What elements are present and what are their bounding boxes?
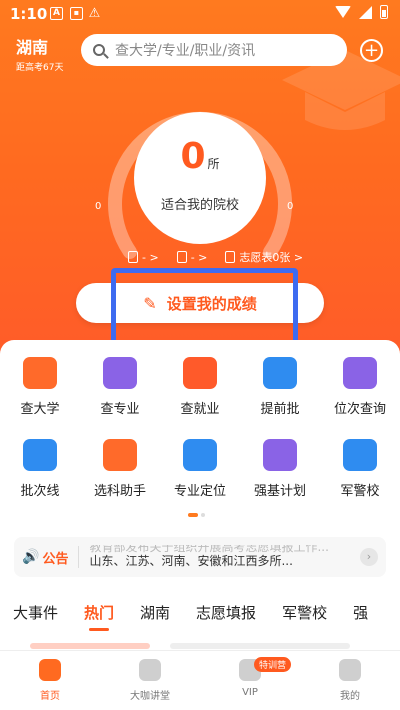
search-placeholder: 查大学/专业/职业/资讯 <box>115 43 256 59</box>
status-time: 1:10 <box>10 5 48 23</box>
feature-item[interactable]: 专业定位 <box>160 439 240 499</box>
feature-item[interactable]: 强基计划 <box>240 439 320 499</box>
page-indicator <box>188 513 205 517</box>
count-unit: 所 <box>207 157 220 171</box>
nav-lectures[interactable]: 大咖讲堂 <box>100 651 200 710</box>
plus-icon[interactable]: + <box>360 39 383 62</box>
profile-icon <box>339 659 361 681</box>
school-icon <box>23 357 57 389</box>
feature-item[interactable]: 查就业 <box>160 357 240 417</box>
sim-icon: ▪ <box>70 7 83 20</box>
divider <box>78 546 80 568</box>
nav-home[interactable]: 首页 <box>0 651 100 710</box>
pen-icon: ✎ <box>143 293 157 313</box>
tab-events[interactable]: 大事件 <box>0 599 71 631</box>
feature-item[interactable]: 选科助手 <box>80 439 160 499</box>
chevron-right-icon[interactable]: › <box>360 548 378 566</box>
announcement-text: 教育部发布关于组织开展高考志愿填报工作... 山东、江苏、河南、安徽和江西多所.… <box>89 545 329 568</box>
announcement-tag: 公告 <box>42 551 69 567</box>
list-item-preview <box>170 643 350 649</box>
a-box-icon: A <box>50 7 63 20</box>
bottom-nav: 首页 大咖讲堂 特训营 VIP 我的 <box>0 650 400 710</box>
stat-volunteer-table[interactable]: 志愿表0张 > <box>225 249 303 265</box>
page-dot <box>201 513 205 517</box>
card-icon <box>103 439 137 471</box>
book-icon <box>176 251 187 263</box>
feature-item[interactable]: 位次查询 <box>320 357 400 417</box>
announcement-bar[interactable]: 🔊 公告 教育部发布关于组织开展高考志愿填报工作... 山东、江苏、河南、安徽和… <box>14 537 386 577</box>
play-video-icon <box>139 659 161 681</box>
list-item-preview <box>30 643 150 649</box>
set-score-button[interactable]: ✎ 设置我的成绩 <box>76 283 324 323</box>
status-bar: 1:10 A ▪ ⚠ <box>0 0 400 28</box>
feature-item[interactable]: 批次线 <box>0 439 80 499</box>
home-icon <box>39 659 61 681</box>
feature-item[interactable]: 查专业 <box>80 357 160 417</box>
tab-volunteer[interactable]: 志愿填报 <box>183 599 269 631</box>
region-selector[interactable]: 湖南 距高考67天 <box>16 34 63 73</box>
trend-chart-icon <box>343 357 377 389</box>
set-score-label: 设置我的成绩 <box>166 294 257 313</box>
battery-icon <box>380 5 388 19</box>
gauge-center: 0所 适合我的院校 <box>134 112 266 244</box>
search-input[interactable]: 查大学/专业/职业/资讯 <box>81 34 347 66</box>
stat-book[interactable]: - > <box>176 251 207 264</box>
calendar-check-icon <box>263 357 297 389</box>
tab-hunan[interactable]: 湖南 <box>127 599 183 631</box>
mail-icon <box>225 251 236 263</box>
matched-schools-count: 0 <box>180 136 206 177</box>
nav-vip[interactable]: 特训营 VIP <box>200 651 300 710</box>
page-dot-active <box>188 513 198 517</box>
tab-strong[interactable]: 强 <box>340 599 381 631</box>
feature-item[interactable]: 查大学 <box>0 357 80 417</box>
search-icon <box>93 44 105 56</box>
matched-schools-label: 适合我的院校 <box>160 198 239 213</box>
news-tabs: 大事件 热门 湖南 志愿填报 军警校 强 <box>0 599 400 631</box>
feature-item[interactable]: 军警校 <box>320 439 400 499</box>
mini-stats: - > - > 志愿表0张 > <box>128 249 303 265</box>
warning-icon: ⚠ <box>88 6 101 21</box>
tab-hot[interactable]: 热门 <box>71 599 127 631</box>
vip-badge: 特训营 <box>254 657 292 672</box>
checklist-icon <box>263 439 297 471</box>
line-chart-icon <box>23 439 57 471</box>
tab-military-police[interactable]: 军警校 <box>269 599 340 631</box>
province-label: 湖南 <box>16 38 49 57</box>
briefcase-icon <box>183 357 217 389</box>
bar-chart-icon <box>183 439 217 471</box>
wifi-icon <box>335 6 351 18</box>
gauge-min-label: 0 <box>95 201 102 212</box>
book-icon <box>103 357 137 389</box>
stat-document[interactable]: - > <box>128 251 159 264</box>
shield-star-icon <box>343 439 377 471</box>
signal-icon <box>359 5 372 19</box>
exam-countdown: 距高考67天 <box>16 63 64 73</box>
speaker-icon: 🔊 <box>22 549 40 565</box>
feature-item[interactable]: 提前批 <box>240 357 320 417</box>
gauge-max-label: 0 <box>287 201 294 212</box>
document-icon <box>128 251 138 263</box>
nav-profile[interactable]: 我的 <box>300 651 400 710</box>
